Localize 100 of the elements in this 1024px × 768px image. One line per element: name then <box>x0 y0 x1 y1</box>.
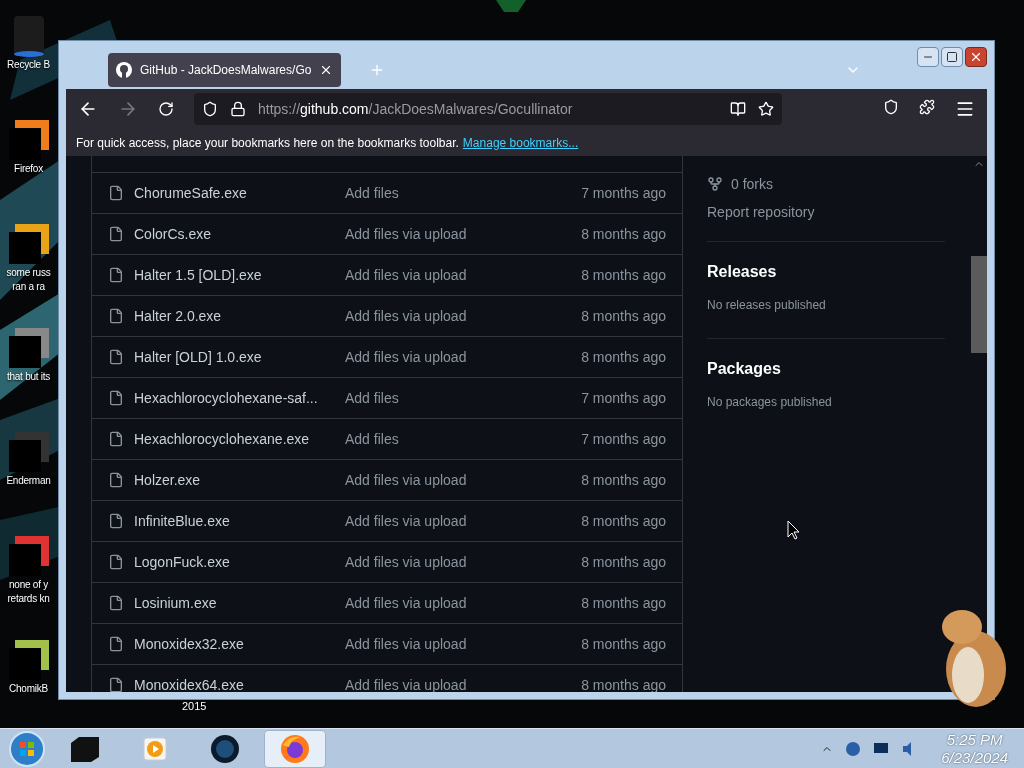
file-icon <box>108 267 124 283</box>
report-link[interactable]: Report repository <box>707 202 945 223</box>
shield-icon[interactable] <box>202 101 218 117</box>
icon-label: that but its <box>6 370 51 384</box>
commit-message[interactable]: Add files <box>345 428 582 450</box>
section-title[interactable]: Packages <box>707 357 945 381</box>
file-link[interactable]: Losinium.exe <box>134 592 345 614</box>
globe-icon[interactable] <box>210 733 240 764</box>
commit-message[interactable]: Add files via upload <box>345 305 582 327</box>
taskbar-button[interactable] <box>264 729 326 768</box>
app-icon[interactable] <box>6 534 51 578</box>
tray-icon[interactable] <box>845 740 862 757</box>
file-link[interactable]: ColorCs.exe <box>134 223 345 245</box>
icon-label: Firefox <box>14 162 43 176</box>
firefox-icon[interactable] <box>279 732 311 765</box>
close-icon <box>969 50 983 64</box>
commit-age: 8 months ago <box>581 224 666 244</box>
icon-label: some russ <box>6 266 51 280</box>
section-title[interactable]: Releases <box>707 260 945 284</box>
file-link[interactable]: Halter 1.5 [OLD].exe <box>134 264 345 286</box>
commit-message[interactable]: Add files <box>345 387 582 409</box>
commit-age: 8 months ago <box>581 634 666 654</box>
file-link[interactable]: LogonFuck.exe <box>134 551 345 573</box>
file-icon <box>108 226 124 242</box>
file-link[interactable]: Hexachlorocyclohexane-saf... <box>134 387 345 409</box>
commit-message[interactable]: Add files via upload <box>345 633 582 655</box>
github-icon <box>116 62 132 78</box>
icon-label: ran a ra <box>12 280 45 294</box>
commit-age: 8 months ago <box>581 511 666 531</box>
recycle-bin-icon[interactable] <box>11 14 46 58</box>
scrollbar-thumb[interactable] <box>971 256 987 353</box>
section-note: No releases published <box>707 297 827 314</box>
file-link[interactable]: Hexachlorocyclohexane.exe <box>134 428 345 450</box>
file-link[interactable]: Monoxidex64.exe <box>134 674 345 692</box>
file-link[interactable]: Halter 2.0.exe <box>134 305 345 327</box>
commit-age: 7 months ago <box>581 429 666 449</box>
file-link[interactable]: InfiniteBlue.exe <box>134 510 345 532</box>
file-link[interactable]: Holzer.exe <box>134 469 345 491</box>
lock-icon[interactable] <box>230 101 246 117</box>
icon-label: Recycle B <box>7 58 50 72</box>
icon-label: retards kn <box>7 592 50 606</box>
address-bar[interactable]: https://github.com/JackDoesMalwares/Gocullinator <box>194 93 782 125</box>
icon-label: 2015 <box>182 699 207 714</box>
maximize-button[interactable] <box>941 47 963 67</box>
file-link[interactable]: ChorumeSafe.exe <box>134 182 345 204</box>
cursor-icon <box>787 520 801 540</box>
file-icon <box>108 308 124 324</box>
bookmark-star-icon[interactable] <box>758 101 774 117</box>
maximize-icon <box>946 51 958 63</box>
commit-age: 8 months ago <box>581 265 666 285</box>
commit-age: 8 months ago <box>581 306 666 326</box>
file-icon <box>108 349 124 365</box>
commit-message[interactable]: Add files via upload <box>345 469 582 491</box>
commit-message[interactable]: Add files via upload <box>345 592 582 614</box>
fork-icon <box>707 176 723 192</box>
commit-age: 8 months ago <box>581 552 666 572</box>
menu-icon[interactable] <box>955 99 975 119</box>
tab-title: GitHub - JackDoesMalwares/Go <box>140 62 312 79</box>
icon-label: ChomikB <box>9 682 48 696</box>
reader-view-icon[interactable] <box>730 101 746 117</box>
monitor-icon[interactable] <box>873 741 890 756</box>
file-link[interactable]: Monoxidex32.exe <box>134 633 345 655</box>
commit-age: 7 months ago <box>581 388 666 408</box>
commit-age: 7 months ago <box>581 183 666 203</box>
commit-message[interactable]: Add files <box>345 182 582 204</box>
file-icon <box>108 390 124 406</box>
file-icon <box>108 513 124 529</box>
file-link[interactable]: Halter [OLD] 1.0.exe <box>134 346 345 368</box>
close-button[interactable] <box>965 47 987 67</box>
bookmarks-hint: For quick access, place your bookmarks here on the bookmarks toolbar. <box>76 134 459 152</box>
commit-age: 8 months ago <box>581 470 666 490</box>
commit-message[interactable]: Add files via upload <box>345 674 582 692</box>
box-icon[interactable] <box>69 734 101 763</box>
section-note: No packages published <box>707 394 833 411</box>
file-icon <box>108 595 124 611</box>
start-button[interactable] <box>8 729 46 768</box>
commit-message[interactable]: Add files via upload <box>345 551 582 573</box>
commit-message[interactable]: Add files via upload <box>345 510 582 532</box>
icon-label: none of y <box>9 578 48 592</box>
file-icon <box>108 185 124 201</box>
commit-age: 8 months ago <box>581 675 666 692</box>
extensions-icon[interactable] <box>919 99 935 115</box>
commit-message[interactable]: Add files via upload <box>345 223 582 245</box>
commit-message[interactable]: Add files via upload <box>345 264 582 286</box>
commit-age: 8 months ago <box>581 347 666 367</box>
forks-count[interactable]: 0 forks <box>731 173 773 195</box>
app-icon[interactable] <box>6 638 51 682</box>
app-icon[interactable] <box>6 326 51 370</box>
file-icon <box>108 636 124 652</box>
file-icon <box>108 554 124 570</box>
app-icon[interactable] <box>6 222 51 266</box>
file-icon <box>108 472 124 488</box>
browser-tab[interactable]: GitHub - JackDoesMalwares/Go <box>108 53 342 87</box>
file-icon <box>108 431 124 447</box>
manage-bookmarks-link[interactable]: Manage bookmarks... <box>462 133 579 152</box>
commit-message[interactable]: Add files via upload <box>345 346 582 368</box>
app-icon[interactable] <box>6 118 51 162</box>
commit-age: 8 months ago <box>581 593 666 613</box>
reload-icon[interactable] <box>158 101 174 117</box>
url-text: https://github.com/JackDoesMalwares/Gocullinator <box>258 99 574 119</box>
